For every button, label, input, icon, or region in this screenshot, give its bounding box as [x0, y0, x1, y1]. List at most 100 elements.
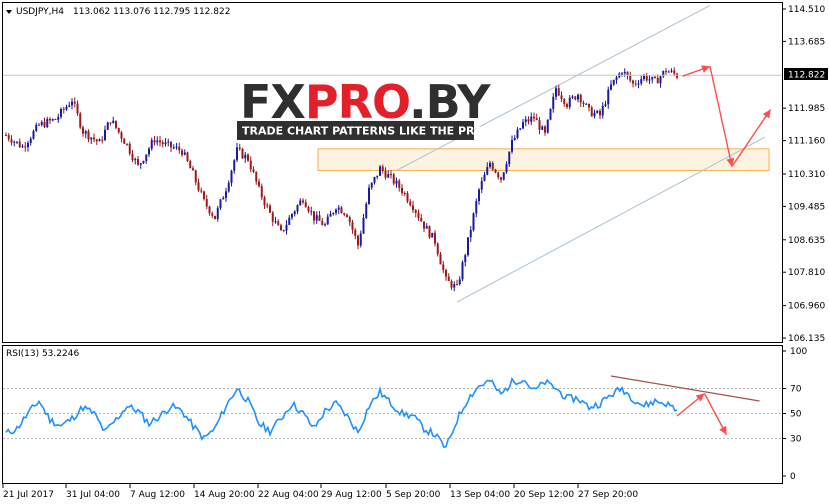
candle-body: [266, 205, 269, 207]
candle-body: [244, 154, 247, 159]
candle-body: [203, 191, 205, 200]
trading-chart[interactable]: FXPRO.BY TRADE CHART PATTERNS LIKE THE P…: [0, 0, 829, 504]
candle-body: [458, 279, 461, 285]
candle-body: [494, 169, 497, 173]
candle-body: [544, 126, 546, 133]
candle: [546, 119, 549, 134]
candle: [379, 165, 381, 176]
candle-body: [384, 170, 387, 178]
candle-body: [128, 143, 131, 154]
candle: [549, 108, 552, 121]
candle-body: [632, 80, 634, 84]
candle-body: [302, 200, 304, 203]
candle: [502, 171, 505, 181]
candle-body: [516, 129, 519, 139]
candle-body: [420, 217, 423, 222]
candle-body: [271, 212, 274, 222]
candle-body: [489, 162, 491, 167]
candle-body: [175, 146, 178, 148]
candle-body: [524, 119, 527, 123]
candle-body: [313, 211, 315, 221]
candle-body: [395, 180, 398, 184]
candle-body: [282, 229, 285, 231]
time-tick-label: 22 Aug 04:00: [258, 490, 319, 500]
candle-body: [186, 152, 189, 162]
candle: [392, 172, 395, 186]
candle-body: [552, 96, 555, 109]
candle: [106, 121, 109, 130]
time-tick-label: 7 Aug 12:00: [130, 490, 185, 500]
candle-body: [150, 140, 153, 149]
candle-body: [260, 186, 263, 198]
candle-body: [615, 77, 618, 80]
candle-body: [104, 129, 106, 141]
price-tick-label: 113.685: [788, 37, 825, 47]
candle: [467, 237, 469, 257]
candle-body: [332, 212, 335, 215]
candle-body: [145, 154, 148, 161]
candle-body: [40, 121, 43, 125]
candle-body: [409, 201, 412, 206]
candle-body: [27, 142, 29, 148]
candle-body: [392, 174, 395, 184]
candle-body: [18, 141, 21, 148]
candle-body: [137, 159, 139, 165]
candle-body: [362, 217, 365, 234]
candle-body: [288, 217, 291, 225]
candle-body: [68, 105, 71, 107]
candle-body: [406, 193, 409, 202]
candle-body: [90, 137, 93, 140]
candle: [428, 225, 431, 239]
candle-body: [148, 148, 150, 155]
candle-body: [263, 197, 266, 206]
logo-wordmark-part: .BY: [409, 75, 491, 129]
candle-body: [274, 221, 277, 223]
candle-body: [258, 181, 260, 187]
candle-body: [24, 146, 27, 148]
candle-body: [560, 95, 563, 99]
candle-body: [57, 116, 60, 120]
candle-body: [255, 171, 258, 182]
candle-body: [577, 94, 579, 100]
rsi-panel-frame: [2, 345, 783, 484]
candle-body: [519, 128, 522, 130]
candle-body: [219, 199, 222, 209]
price-panel-frame: [2, 2, 783, 343]
candle-body: [472, 213, 475, 231]
candle-body: [610, 84, 612, 90]
candle-body: [139, 163, 142, 165]
candle-body: [436, 243, 439, 255]
candle-body: [346, 214, 348, 218]
candle-body: [467, 237, 469, 256]
candle-body: [549, 108, 552, 120]
candle: [365, 201, 368, 219]
candle-body: [170, 141, 172, 148]
candle-body: [230, 170, 233, 183]
candle-body: [324, 224, 326, 226]
candle-body: [601, 105, 604, 116]
candle-body: [126, 143, 128, 145]
candle-body: [216, 208, 219, 220]
candle-body: [645, 75, 648, 81]
candle: [32, 129, 35, 140]
candle-body: [211, 213, 214, 216]
candle-body: [557, 88, 560, 96]
candle-body: [123, 138, 126, 144]
candle-body: [181, 150, 183, 155]
candle-body: [500, 177, 502, 180]
candle-body: [178, 146, 181, 151]
candle-body: [568, 97, 571, 107]
candle-body: [71, 101, 73, 106]
candle-body: [637, 83, 640, 85]
candle-body: [321, 220, 324, 226]
candle-body: [238, 147, 241, 149]
candle-body: [277, 221, 280, 226]
candle-body: [343, 213, 346, 215]
candle-body: [115, 120, 117, 128]
candle-body: [464, 255, 467, 263]
price-tick-label: 107.810: [788, 268, 825, 278]
candle-body: [326, 216, 329, 225]
logo-tagline: TRADE CHART PATTERNS LIKE THE PROS: [242, 125, 492, 138]
candle-body: [109, 122, 112, 124]
time-tick-label: 31 Jul 04:00: [66, 490, 120, 500]
